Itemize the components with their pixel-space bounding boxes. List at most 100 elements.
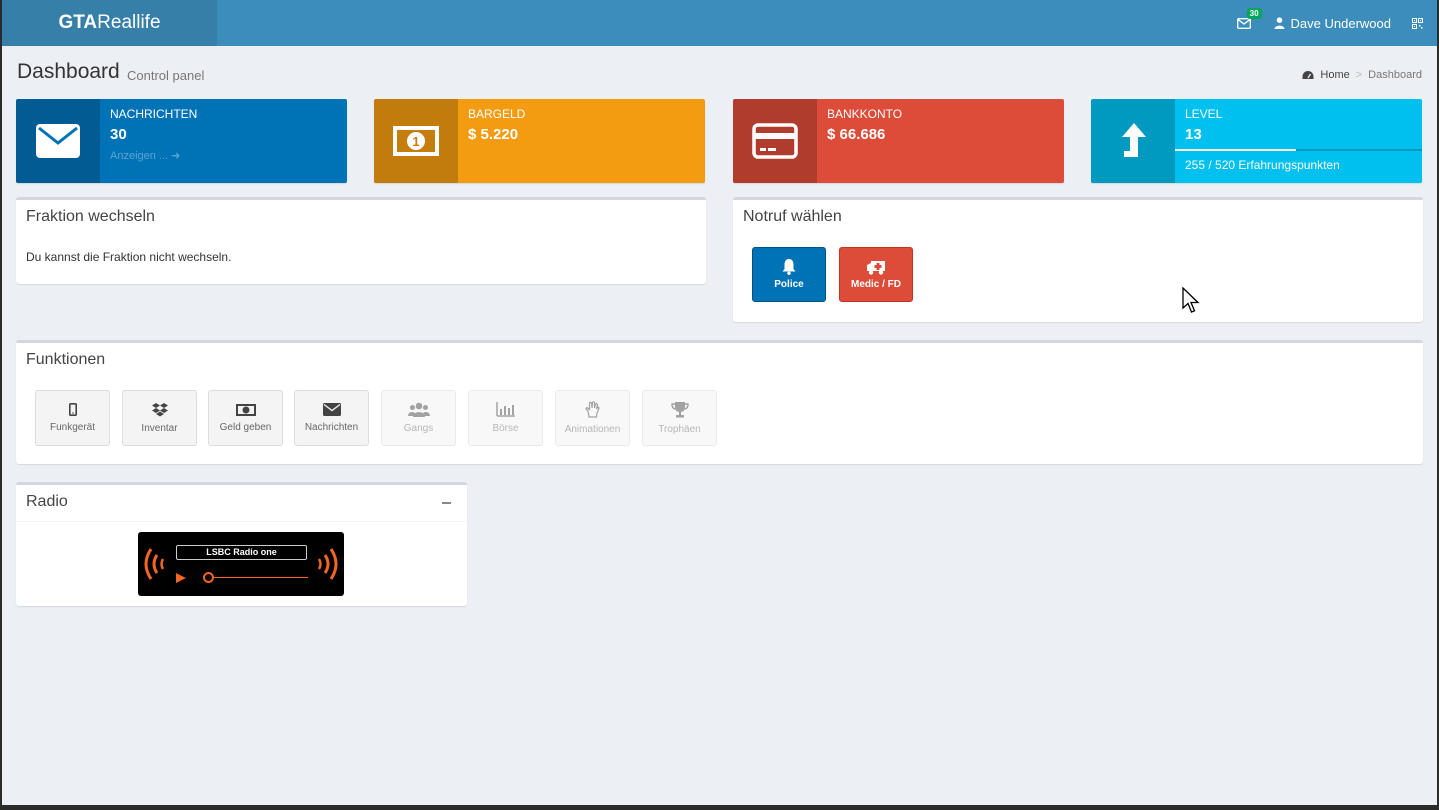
info-box-nachrichten[interactable]: NACHRICHTEN 30 Anzeigen ... ➜: [16, 99, 347, 183]
page-title: Dashboard: [17, 60, 120, 83]
medic-button[interactable]: Medic / FD: [839, 247, 913, 302]
info-box-icon-container: 1: [374, 99, 458, 183]
anzeigen-link-text: Anzeigen ...: [110, 150, 169, 162]
info-box-value: 13: [1185, 126, 1202, 143]
info-box-icon-container: [1091, 99, 1175, 183]
box-title: Funktionen: [26, 351, 106, 368]
info-box-icon-container: [733, 99, 817, 183]
info-box-value: $ 5.220: [468, 126, 519, 143]
info-box-content: LEVEL 13 255 / 520 Erfahrungspunkten: [1175, 107, 1422, 172]
geld-geben-button[interactable]: Geld geben: [208, 390, 283, 446]
radio-box: Radio LSBC Radio one: [16, 482, 467, 606]
svg-text:1: 1: [412, 134, 419, 149]
messages-count-badge: 30: [1246, 8, 1262, 19]
sound-waves-right-icon: [317, 548, 338, 580]
dashboard-app: GTAReallife 30 Dave Underwood Dashboard …: [2, 0, 1437, 805]
inventar-button[interactable]: Inventar: [122, 390, 197, 446]
funkgeraet-button[interactable]: Funkgerät: [35, 390, 110, 446]
geld-geben-label: Geld geben: [219, 421, 272, 433]
main-header: GTAReallife 30 Dave Underwood: [2, 0, 1437, 46]
experience-description: 255 / 520 Erfahrungspunkten: [1185, 158, 1340, 172]
mobile-icon: [68, 403, 77, 416]
box-title: Radio: [26, 493, 68, 510]
box-title: Notruf wählen: [743, 208, 842, 225]
nachrichten-button[interactable]: Nachrichten: [294, 390, 369, 446]
play-icon[interactable]: [176, 573, 186, 583]
seek-track[interactable]: [208, 577, 308, 578]
qrcode-icon: [1411, 17, 1423, 29]
bell-icon: [782, 259, 796, 275]
police-button[interactable]: Police: [752, 247, 826, 302]
boerse-label: Börse: [492, 423, 519, 434]
medic-button-label: Medic / FD: [850, 278, 901, 290]
gangs-label: Gangs: [403, 423, 434, 434]
funkgeraet-label: Funkgerät: [49, 422, 96, 433]
seek-handle[interactable]: [203, 572, 214, 583]
nachrichten-label: Nachrichten: [304, 422, 359, 433]
info-box-label: BARGELD: [468, 107, 526, 121]
notruf-box: Notruf wählen Police Medic / FD: [733, 197, 1423, 322]
info-box-content: BANKKONTO $ 66.686: [827, 107, 1054, 143]
hand-icon: [585, 401, 600, 418]
messages-menu[interactable]: 30: [1224, 0, 1264, 46]
info-box-content: BARGELD $ 5.220: [468, 107, 695, 143]
gangs-button[interactable]: Gangs: [381, 390, 456, 446]
control-sidebar-toggle[interactable]: [1407, 0, 1437, 46]
info-box-icon-container: [16, 99, 100, 183]
experience-progress-bar: [1175, 149, 1297, 151]
animationen-label: Animationen: [564, 424, 621, 435]
credit-card-icon: [752, 123, 798, 159]
fraktion-message: Du kannst die Fraktion nicht wechseln.: [26, 250, 232, 264]
breadcrumb-home-link[interactable]: Home: [1320, 69, 1349, 81]
info-box-content: NACHRICHTEN 30 Anzeigen ... ➜: [110, 107, 337, 162]
info-box-label: BANKKONTO: [827, 107, 903, 121]
trophaeen-label: Trophäen: [658, 423, 701, 435]
box-title: Fraktion wechseln: [26, 208, 155, 225]
envelope-icon: [36, 124, 80, 158]
collapse-button[interactable]: [441, 494, 453, 506]
sound-waves-left-icon: [144, 548, 165, 580]
info-box-bankkonto: BANKKONTO $ 66.686: [733, 99, 1064, 183]
breadcrumb-separator: >: [1355, 69, 1363, 81]
breadcrumb-current: Dashboard: [1368, 69, 1422, 81]
trophaeen-button[interactable]: Trophäen: [642, 390, 717, 446]
envelope-icon: [322, 403, 341, 416]
breadcrumb: Home > Dashboard: [1302, 69, 1422, 81]
users-icon: [407, 402, 430, 417]
money-icon: [235, 403, 256, 416]
radio-player: LSBC Radio one: [138, 532, 344, 596]
navbar-right: 30 Dave Underwood: [1224, 0, 1437, 46]
mouse-cursor-icon: [1182, 287, 1200, 313]
boerse-button[interactable]: Börse: [468, 390, 543, 446]
bar-chart-icon: [496, 402, 515, 417]
info-box-level: LEVEL 13 255 / 520 Erfahrungspunkten: [1091, 99, 1422, 183]
fraktion-box: Fraktion wechseln Du kannst die Fraktion…: [16, 197, 706, 284]
station-name: LSBC Radio one: [176, 545, 307, 560]
page-subtitle: Control panel: [127, 68, 205, 83]
logo[interactable]: GTAReallife: [2, 0, 217, 46]
trophy-icon: [670, 401, 689, 417]
user-menu[interactable]: Dave Underwood: [1264, 0, 1407, 46]
user-icon: [1274, 17, 1285, 29]
info-box-label: LEVEL: [1185, 107, 1223, 121]
police-button-label: Police: [774, 279, 804, 290]
info-box-label: NACHRICHTEN: [110, 107, 198, 121]
radio-header-divider: [16, 521, 467, 522]
info-box-bargeld: 1 BARGELD $ 5.220: [374, 99, 705, 183]
user-name: Dave Underwood: [1290, 15, 1391, 31]
content-header: Dashboard Control panel Home > Dashboard: [17, 60, 1422, 90]
inventar-label: Inventar: [141, 422, 178, 434]
info-box-value: $ 66.686: [827, 126, 886, 143]
logo-rest-text: Reallife: [97, 12, 161, 33]
dashboard-icon: [1302, 71, 1314, 79]
money-icon: 1: [393, 126, 439, 156]
experience-progress: [1175, 149, 1422, 151]
level-up-icon: [1122, 123, 1146, 157]
animationen-button[interactable]: Animationen: [555, 390, 630, 446]
anzeigen-link[interactable]: Anzeigen ... ➜: [110, 149, 337, 162]
info-box-value: 30: [110, 126, 127, 143]
envelope-icon: [1236, 17, 1251, 29]
ambulance-icon: [867, 260, 885, 275]
logo-bold-text: GTA: [58, 12, 98, 33]
dropbox-icon: [151, 402, 168, 416]
